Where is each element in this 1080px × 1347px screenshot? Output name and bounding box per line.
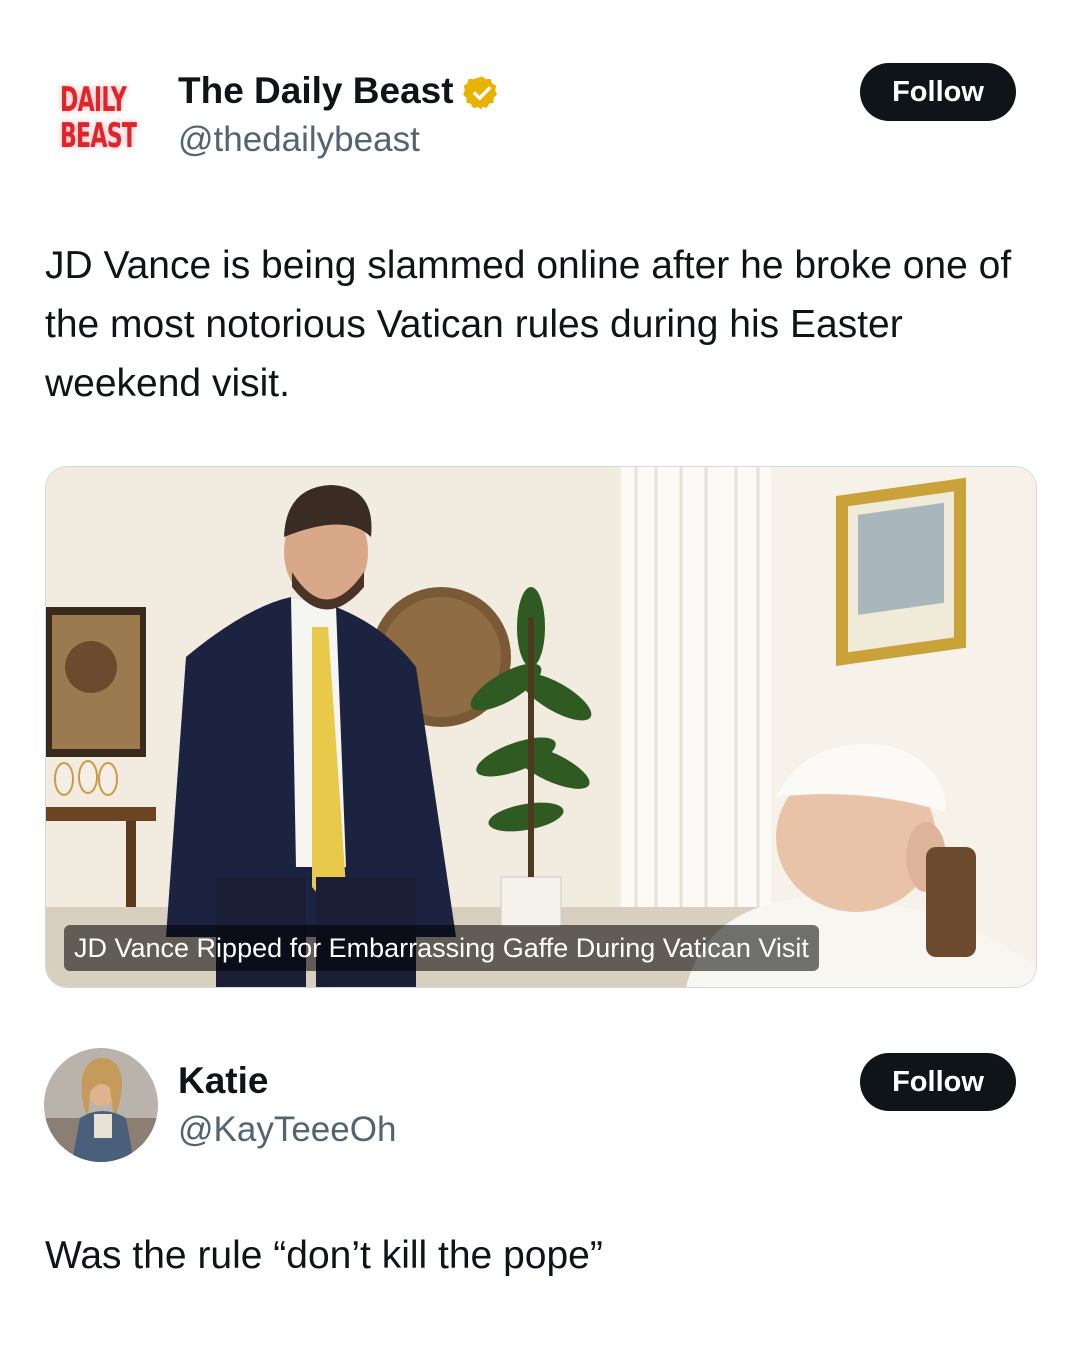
follow-button[interactable]: Follow bbox=[860, 63, 1016, 121]
logo-line-daily: DAILY bbox=[60, 80, 127, 120]
reply-text: Was the rule “don’t kill the pope” bbox=[45, 1234, 603, 1277]
reply-author-handle[interactable]: @KayTeeeOh bbox=[178, 1110, 396, 1150]
author-name[interactable]: The Daily Beast bbox=[178, 70, 454, 112]
post-text: JD Vance is being slammed online after h… bbox=[45, 244, 1012, 405]
logo-line-beast: BEAST bbox=[60, 116, 137, 156]
avatar[interactable] bbox=[44, 1048, 158, 1162]
verified-badge-icon bbox=[463, 76, 498, 110]
daily-beast-logo[interactable]: DAILY BEAST bbox=[60, 82, 146, 156]
avatar-photo bbox=[44, 1048, 158, 1162]
post-image-card[interactable]: JD Vance Ripped for Embarrassing Gaffe D… bbox=[45, 466, 1037, 988]
author-handle[interactable]: @thedailybeast bbox=[178, 120, 420, 160]
reply-follow-button[interactable]: Follow bbox=[860, 1053, 1016, 1111]
post-photo bbox=[46, 467, 1036, 987]
media-caption: JD Vance Ripped for Embarrassing Gaffe D… bbox=[64, 925, 819, 971]
reply-author-name[interactable]: Katie bbox=[178, 1060, 268, 1102]
